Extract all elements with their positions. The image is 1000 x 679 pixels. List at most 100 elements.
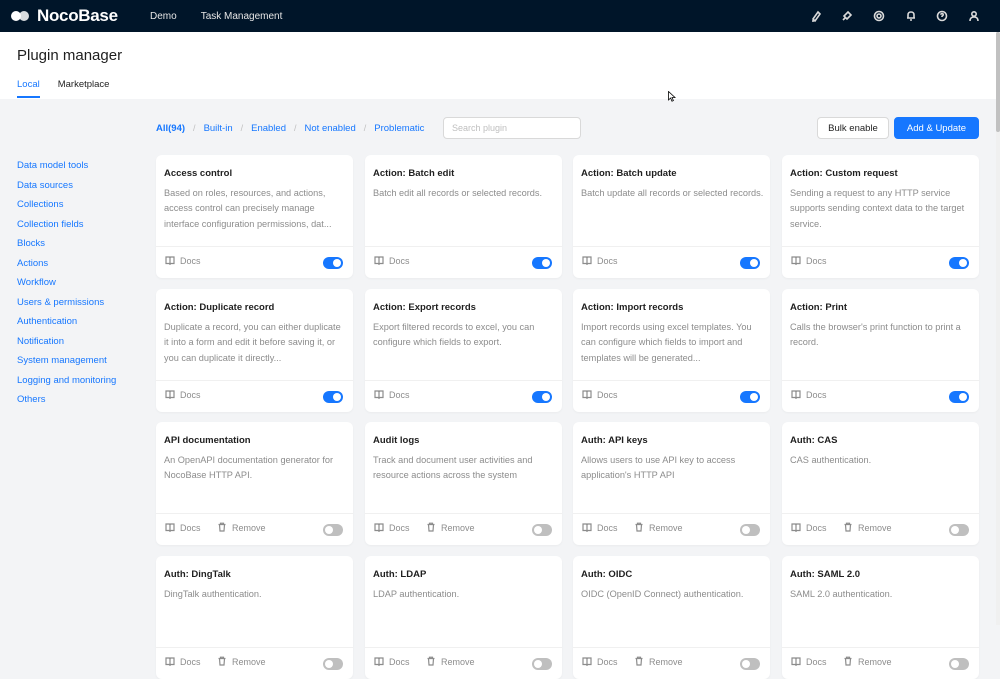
- enable-toggle[interactable]: [740, 658, 760, 670]
- category-item[interactable]: Notification: [17, 336, 116, 356]
- category-item[interactable]: Data sources: [17, 180, 116, 200]
- filter-all[interactable]: All(94): [156, 123, 185, 134]
- search-input[interactable]: [443, 117, 581, 139]
- remove-link[interactable]: Remove: [843, 656, 892, 668]
- logo[interactable]: NocoBase: [11, 6, 136, 26]
- plugin-card[interactable]: Action: Import records Import records usi…: [573, 289, 770, 412]
- enable-toggle[interactable]: [949, 658, 969, 670]
- category-item[interactable]: Authentication: [17, 316, 116, 336]
- docs-link[interactable]: Docs: [374, 656, 410, 668]
- docs-link[interactable]: Docs: [165, 522, 201, 534]
- plugin-card[interactable]: Access control Based on roles, resources,…: [156, 155, 353, 278]
- enable-toggle[interactable]: [740, 257, 760, 269]
- docs-link[interactable]: Docs: [582, 389, 618, 401]
- enable-toggle[interactable]: [949, 391, 969, 403]
- remove-link[interactable]: Remove: [426, 656, 475, 668]
- category-item[interactable]: Users & permissions: [17, 297, 116, 317]
- add-update-button[interactable]: Add & Update: [894, 117, 979, 139]
- tab-marketplace[interactable]: Marketplace: [58, 79, 110, 98]
- enable-toggle[interactable]: [949, 524, 969, 536]
- remove-link[interactable]: Remove: [217, 656, 266, 668]
- plugin-card[interactable]: Auth: SAML 2.0 SAML 2.0 authentication. Do…: [782, 556, 979, 679]
- enable-toggle[interactable]: [323, 524, 343, 536]
- plugin-card[interactable]: Auth: API keys Allows users to use API ke…: [573, 422, 770, 545]
- docs-link[interactable]: Docs: [374, 389, 410, 401]
- category-sidebar: Data model tools Data sources Collection…: [17, 160, 116, 414]
- plugin-card[interactable]: Action: Duplicate record Duplicate a reco…: [156, 289, 353, 412]
- book-icon: [165, 656, 180, 668]
- enable-toggle[interactable]: [323, 391, 343, 403]
- remove-link[interactable]: Remove: [634, 656, 683, 668]
- plugin-icon[interactable]: [832, 0, 864, 32]
- docs-link[interactable]: Docs: [791, 656, 827, 668]
- gear-icon[interactable]: [863, 0, 895, 32]
- docs-label: Docs: [389, 256, 410, 266]
- category-item[interactable]: Others: [17, 394, 116, 414]
- docs-link[interactable]: Docs: [165, 389, 201, 401]
- top-nav-task-management[interactable]: Task Management: [201, 11, 283, 22]
- tab-local[interactable]: Local: [17, 79, 40, 98]
- logo-icon: [11, 9, 33, 23]
- filter-problematic[interactable]: Problematic: [374, 123, 424, 134]
- plugin-title: Access control: [164, 168, 233, 179]
- plugin-card[interactable]: API documentation An OpenAPI documentatio…: [156, 422, 353, 545]
- docs-link[interactable]: Docs: [791, 389, 827, 401]
- category-item[interactable]: Collection fields: [17, 219, 116, 239]
- bell-icon[interactable]: [895, 0, 927, 32]
- enable-toggle[interactable]: [532, 658, 552, 670]
- enable-toggle[interactable]: [323, 658, 343, 670]
- plugin-card[interactable]: Action: Print Calls the browser's print f…: [782, 289, 979, 412]
- plugin-description: LDAP authentication.: [373, 589, 460, 599]
- top-nav-demo[interactable]: Demo: [150, 11, 177, 22]
- filter-bar: All(94) / Built-in / Enabled / Not enabled /…: [156, 122, 425, 134]
- highlighter-icon[interactable]: [800, 0, 832, 32]
- remove-link[interactable]: Remove: [426, 522, 475, 534]
- remove-link[interactable]: Remove: [843, 522, 892, 534]
- enable-toggle[interactable]: [740, 524, 760, 536]
- enable-toggle[interactable]: [532, 524, 552, 536]
- plugin-card[interactable]: Audit logs Track and document user activi…: [365, 422, 562, 545]
- page-scrollbar[interactable]: [996, 32, 1000, 625]
- category-item[interactable]: Workflow: [17, 277, 116, 297]
- plugin-card[interactable]: Auth: LDAP LDAP authentication. Docs Remove: [365, 556, 562, 679]
- scrollbar-thumb[interactable]: [996, 32, 1000, 132]
- filter-built-in[interactable]: Built-in: [204, 123, 233, 134]
- category-item[interactable]: Logging and monitoring: [17, 375, 116, 395]
- enable-toggle[interactable]: [949, 257, 969, 269]
- category-item[interactable]: Blocks: [17, 238, 116, 258]
- plugin-card[interactable]: Auth: OIDC OIDC (OpenID Connect) authenti…: [573, 556, 770, 679]
- bulk-enable-button[interactable]: Bulk enable: [817, 117, 889, 139]
- plugin-card[interactable]: Action: Custom request Sending a request …: [782, 155, 979, 278]
- user-icon[interactable]: [958, 0, 990, 32]
- enable-toggle[interactable]: [740, 391, 760, 403]
- enable-toggle[interactable]: [532, 257, 552, 269]
- enable-toggle[interactable]: [323, 257, 343, 269]
- plugin-card[interactable]: Action: Export records Export filtered re…: [365, 289, 562, 412]
- docs-link[interactable]: Docs: [374, 255, 410, 267]
- docs-link[interactable]: Docs: [791, 255, 827, 267]
- docs-link[interactable]: Docs: [582, 656, 618, 668]
- plugin-title: Auth: LDAP: [373, 569, 427, 580]
- category-item[interactable]: Collections: [17, 199, 116, 219]
- docs-link[interactable]: Docs: [791, 522, 827, 534]
- category-item[interactable]: System management: [17, 355, 116, 375]
- plugin-title: Auth: SAML 2.0: [790, 569, 861, 580]
- category-item[interactable]: Actions: [17, 258, 116, 278]
- remove-link[interactable]: Remove: [634, 522, 683, 534]
- remove-link[interactable]: Remove: [217, 522, 266, 534]
- plugin-card[interactable]: Action: Batch edit Batch edit all records…: [365, 155, 562, 278]
- docs-link[interactable]: Docs: [582, 255, 618, 267]
- plugin-card[interactable]: Auth: CAS CAS authentication. Docs Remove: [782, 422, 979, 545]
- docs-link[interactable]: Docs: [165, 656, 201, 668]
- docs-link[interactable]: Docs: [582, 522, 618, 534]
- category-item[interactable]: Data model tools: [17, 160, 116, 180]
- help-icon[interactable]: [927, 0, 959, 32]
- plugin-description: DingTalk authentication.: [164, 589, 262, 599]
- enable-toggle[interactable]: [532, 391, 552, 403]
- plugin-card[interactable]: Action: Batch update Batch update all rec…: [573, 155, 770, 278]
- filter-not-enabled[interactable]: Not enabled: [305, 123, 356, 134]
- filter-enabled[interactable]: Enabled: [251, 123, 286, 134]
- docs-link[interactable]: Docs: [374, 522, 410, 534]
- plugin-card[interactable]: Auth: DingTalk DingTalk authentication. Do…: [156, 556, 353, 679]
- docs-link[interactable]: Docs: [165, 255, 201, 267]
